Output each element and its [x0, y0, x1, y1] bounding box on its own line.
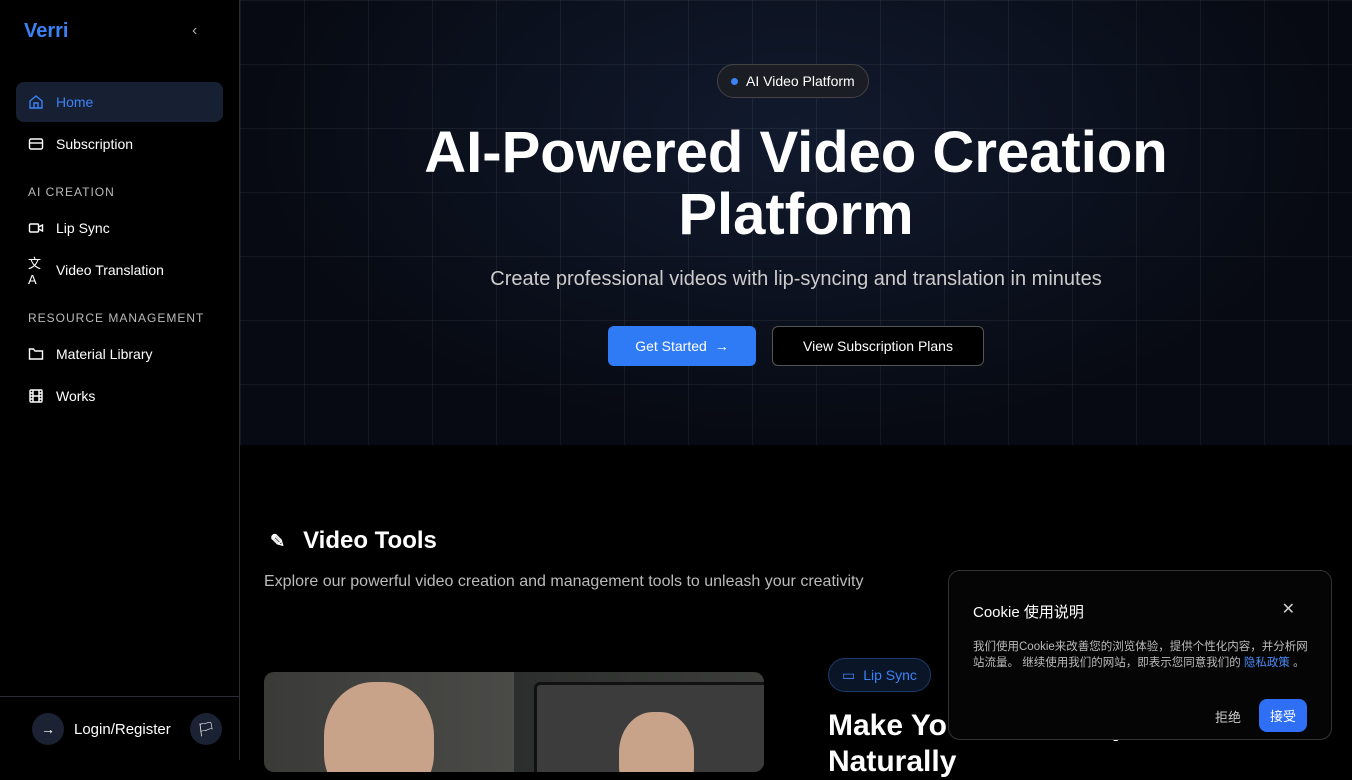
cookie-dialog: Cookie 使用说明 ✕ 我们使用Cookie来改善您的浏览体验，提供个性化内…: [948, 570, 1332, 740]
get-started-button[interactable]: Get Started →: [608, 326, 756, 366]
hero-subtitle: Create professional videos with lip-sync…: [490, 268, 1102, 290]
sidebar-item-label: Video Translation: [56, 262, 164, 278]
lip-sync-badge: ▭ Lip Sync: [828, 658, 931, 692]
sidebar: Verri ‹ Home Subscription AI CREATION Li…: [0, 0, 240, 760]
login-icon: →: [32, 713, 64, 745]
sidebar-item-label: Works: [56, 388, 96, 404]
sidebar-item-label: Subscription: [56, 136, 134, 152]
hero-title-line1: AI-Powered Video Creation: [424, 120, 1168, 185]
reject-button[interactable]: 拒绝: [1215, 707, 1241, 726]
video-tools-title: Video Tools: [303, 527, 437, 554]
sidebar-item-label: Home: [56, 94, 94, 110]
get-started-label: Get Started: [635, 338, 707, 354]
logo[interactable]: Verri: [24, 20, 68, 43]
lip-sync-badge-label: Lip Sync: [863, 667, 917, 683]
view-plans-button[interactable]: View Subscription Plans: [772, 326, 984, 366]
sidebar-item-label: Material Library: [56, 346, 153, 362]
accept-button[interactable]: 接受: [1259, 699, 1307, 732]
translate-icon: 文A: [28, 256, 42, 287]
film-icon: [29, 389, 43, 403]
sidebar-item-material-library[interactable]: Material Library: [16, 334, 223, 374]
sidebar-footer: → Login/Register 🏳: [0, 696, 239, 760]
language-flag-icon[interactable]: 🏳: [190, 713, 222, 745]
credit-card-icon: [28, 138, 44, 150]
lip-sync-preview-image: [264, 672, 764, 772]
section-ai-creation: AI CREATION: [28, 185, 115, 199]
sidebar-item-home[interactable]: Home: [16, 82, 223, 122]
folder-icon: [28, 348, 44, 360]
cookie-title: Cookie 使用说明: [973, 604, 1084, 621]
login-label: Login/Register: [74, 720, 171, 738]
hero-title: AI-Powered Video Creation Platform: [240, 122, 1352, 246]
video-camera-icon: [28, 223, 44, 233]
magic-wand-icon: ✎: [270, 530, 286, 551]
sidebar-item-label: Lip Sync: [56, 220, 110, 236]
dot-icon: [731, 77, 738, 85]
video-camera-icon: ▭: [842, 666, 856, 683]
sidebar-item-works[interactable]: Works: [16, 376, 223, 416]
cookie-end: 。: [1289, 657, 1305, 669]
hero-section: AI Video Platform AI-Powered Video Creat…: [240, 0, 1352, 445]
sidebar-item-subscription[interactable]: Subscription: [16, 124, 223, 164]
sidebar-item-video-translation[interactable]: 文A Video Translation: [16, 250, 223, 290]
hero-title-line2: Platform: [678, 182, 914, 247]
video-tools-heading: ✎ Video Tools: [270, 527, 437, 555]
cookie-text: 我们使用Cookie来改善您的浏览体验，提供个性化内容，并分析网站流量。 继续使…: [973, 639, 1309, 671]
collapse-sidebar-button[interactable]: ‹: [192, 22, 197, 40]
section-resource-management: RESOURCE MANAGEMENT: [28, 311, 205, 325]
privacy-policy-link[interactable]: 隐私政策: [1244, 657, 1290, 669]
login-register-button[interactable]: → Login/Register: [32, 713, 171, 745]
home-icon: [29, 95, 43, 109]
video-tools-description: Explore our powerful video creation and …: [264, 573, 864, 590]
platform-badge: AI Video Platform: [717, 64, 869, 98]
arrow-right-icon: →: [714, 338, 729, 354]
sidebar-item-lip-sync[interactable]: Lip Sync: [16, 208, 223, 248]
badge-label: AI Video Platform: [746, 73, 855, 89]
close-icon[interactable]: ✕: [1282, 599, 1295, 619]
